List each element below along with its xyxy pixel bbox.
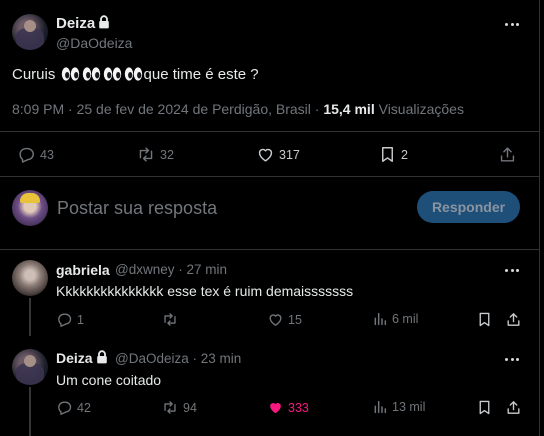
reply-author-name[interactable]: gabriela [56,262,110,278]
reply-meta: @DaOdeiza · 23 min [115,351,242,366]
lock-icon [96,350,107,364]
reply-input[interactable]: Postar sua resposta [57,198,217,219]
author-name[interactable]: Deiza [56,15,110,32]
eyes-emoji-icon [61,67,79,81]
reply-icon [19,147,34,163]
eyes-emoji-icon [124,67,142,81]
bookmark-count: 2 [401,147,408,162]
like-button[interactable]: 15 [267,311,302,328]
post-text-prefix: Curuis [12,66,56,83]
repost-button[interactable]: 94 [161,399,197,416]
eyes-emoji-icon [103,67,121,81]
share-icon [507,313,520,326]
like-button[interactable]: 317 [256,145,300,164]
views-count: 15,4 mil [323,101,375,117]
reply-author-handle[interactable]: @dxwney [115,262,174,277]
post-detail: Deiza @DaOdeiza Curuis que time é este ?… [0,0,540,436]
repost-count: 32 [160,147,174,162]
reply-text: Kkkkkkkkkkkkkkk esse tex é ruim demaisss… [56,283,354,299]
eyes-emoji-group [60,66,144,83]
views-count: 13 mil [392,400,426,414]
views-chart-icon [374,312,387,326]
share-button[interactable] [505,399,522,416]
repost-icon [139,147,153,162]
reply-button[interactable]: 43 [17,145,54,164]
bookmark-icon [382,147,393,162]
heart-icon [269,314,282,326]
share-button[interactable] [505,311,522,328]
repost-icon [164,401,176,414]
views-count: 6 mil [392,312,419,326]
repost-count: 94 [183,400,197,415]
reply-avatar[interactable] [12,260,48,296]
reply-author-handle[interactable]: @DaOdeiza [115,351,189,366]
post-location[interactable]: Perdigão, Brasil [212,101,311,117]
views-label: Visualizações [378,101,464,117]
reply-button[interactable]: 1 [56,311,84,328]
heart-filled-icon [270,403,281,414]
lock-icon [99,15,109,29]
eyes-emoji-icon [82,67,100,81]
reply-text: Um cone coitado [56,372,162,388]
like-count: 333 [288,400,309,415]
post-meta: 8:09 PM · 25 de fev de 2024 de Perdigão,… [12,101,464,117]
like-count: 317 [279,147,300,162]
reply-meta: @dxwney · 27 min [115,262,228,277]
reply-author-name[interactable]: Deiza [56,350,108,366]
more-options-icon[interactable] [503,261,521,279]
reply-icon [58,313,72,327]
divider [0,131,539,132]
reply-count: 42 [77,400,91,415]
location-prefix: de [192,101,209,117]
post-text-suffix: que time é este ? [143,66,259,83]
current-user-avatar[interactable] [12,190,48,226]
bookmark-button[interactable]: 2 [378,145,408,164]
heart-icon [258,148,273,162]
bookmark-icon [479,312,490,327]
repost-button[interactable]: 32 [136,145,174,164]
repost-icon [164,313,176,326]
bookmark-button[interactable] [476,311,493,328]
like-button[interactable]: 333 [267,399,309,416]
reply-author-name-text[interactable]: Deiza [56,350,93,366]
thread-line [29,387,31,436]
more-options-icon[interactable] [503,350,521,368]
author-avatar[interactable] [12,14,48,50]
divider [0,249,539,250]
like-count: 15 [288,312,302,327]
reply-count: 1 [77,312,84,327]
share-button[interactable] [498,145,517,164]
post-time[interactable]: 8:09 PM [12,101,64,117]
more-options-icon[interactable] [503,15,521,33]
views-chart-icon [374,400,387,414]
reply-button[interactable]: 42 [56,399,91,416]
author-name-text[interactable]: Deiza [56,15,95,32]
share-icon [500,147,515,162]
bookmark-button[interactable] [476,399,493,416]
post-date[interactable]: 25 de fev de 2024 [77,101,189,117]
views-button[interactable]: 13 mil [372,399,425,415]
post-text: Curuis que time é este ? [12,66,259,83]
thread-line [29,298,31,336]
responder-button[interactable]: Responder [417,191,520,223]
views-button[interactable]: 6 mil [372,311,418,327]
reply-time[interactable]: 23 min [201,351,242,366]
bookmark-icon [479,400,490,415]
author-handle[interactable]: @DaOdeiza [56,35,132,51]
divider [0,176,539,177]
reply-avatar[interactable] [12,349,48,385]
reply-icon [58,401,72,415]
share-icon [507,401,520,414]
repost-button[interactable] [161,311,183,328]
reply-count: 43 [40,147,54,162]
reply-time[interactable]: 27 min [186,262,227,277]
